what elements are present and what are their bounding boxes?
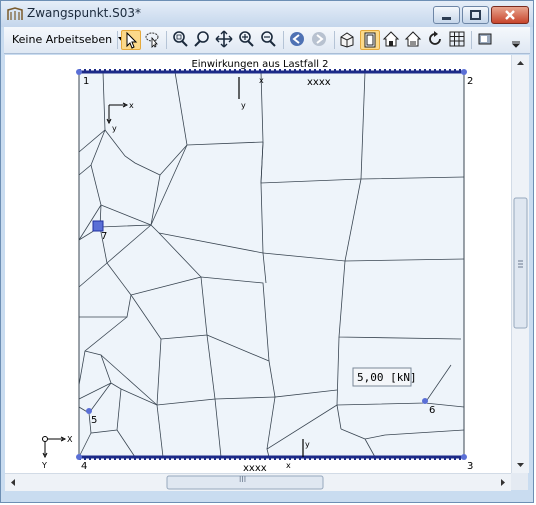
rotate-button[interactable] — [426, 30, 446, 50]
vertical-scroll-thumb[interactable] — [513, 197, 528, 329]
zoom-window-button[interactable] — [171, 30, 191, 50]
lasso-select-icon — [145, 32, 159, 48]
node-7-marker[interactable] — [92, 220, 104, 232]
zoom-magnify-button[interactable] — [193, 30, 213, 50]
edge-axis-label-x: x — [259, 76, 264, 85]
edge-label-top: xxxx — [307, 77, 331, 88]
app-icon — [7, 7, 23, 20]
view-forward-icon — [312, 32, 326, 46]
maximize-icon — [470, 10, 481, 20]
svg-text:x: x — [129, 101, 134, 110]
window-title: Zwangspunkt.S03* — [27, 6, 142, 20]
zoom-window-icon — [173, 31, 188, 47]
grid-button[interactable] — [448, 30, 468, 50]
support-top — [79, 69, 464, 74]
select-pointer-icon — [126, 31, 138, 49]
render-icon — [478, 33, 492, 45]
size-grip[interactable] — [511, 473, 528, 490]
node-5-marker[interactable] — [86, 408, 92, 414]
toolbar-separator — [334, 31, 335, 49]
edge-axis-label-x-bottom: x — [286, 461, 291, 470]
node-label-5: 5 — [91, 415, 97, 426]
select-pointer-button[interactable] — [121, 30, 141, 50]
front-view-button[interactable] — [360, 30, 380, 50]
toolbar: Keine Arbeitseben — [4, 27, 530, 54]
vertical-scrollbar[interactable] — [511, 55, 529, 473]
iso-view-icon — [340, 32, 354, 48]
pan-move-button[interactable] — [215, 30, 235, 50]
zoom-in-button[interactable] — [237, 30, 257, 50]
corner-node[interactable] — [76, 69, 82, 75]
rotate-icon — [429, 31, 441, 45]
zoom-in-icon — [239, 31, 254, 47]
horizontal-scroll-grip: III — [239, 475, 247, 484]
house-view-button[interactable] — [382, 30, 402, 50]
grid-icon — [449, 31, 465, 47]
scroll-right-icon[interactable] — [501, 479, 505, 486]
global-axis-y-label: Y — [41, 461, 47, 470]
node-label-7: 7 — [101, 231, 107, 242]
corner-label-4: 4 — [81, 461, 87, 472]
node-6-marker[interactable] — [422, 398, 428, 404]
drawing-canvas[interactable]: Einwirkungen aus Lastfall 2 1 2 3 4 y x … — [5, 55, 511, 473]
corner-label-1: 1 — [83, 76, 89, 87]
corner-label-2: 2 — [467, 76, 473, 87]
mesh-drawing: Einwirkungen aus Lastfall 2 1 2 3 4 y x … — [41, 59, 473, 473]
app-window: Zwangspunkt.S03* Keine Arbeitseben Einwi… — [0, 0, 534, 503]
toolbar-separator — [283, 31, 284, 49]
toolbar-separator — [471, 31, 472, 49]
zoom-out-icon — [261, 31, 276, 47]
plate-area — [78, 71, 465, 458]
iso-view-button[interactable] — [338, 30, 358, 50]
front-view-icon — [364, 32, 376, 48]
zoom-out-button[interactable] — [259, 30, 279, 50]
toolbar-separator — [117, 31, 118, 49]
render-button[interactable] — [476, 30, 496, 50]
chevron-down-icon — [511, 41, 521, 48]
edge-axis-label-y: y — [241, 101, 246, 110]
close-button[interactable] — [491, 6, 529, 24]
scroll-left-icon[interactable] — [11, 479, 15, 486]
close-icon — [505, 10, 515, 20]
house-view-icon — [382, 31, 400, 47]
toolbar-separator — [166, 31, 167, 49]
support-bottom — [79, 455, 464, 460]
view-back-icon — [290, 32, 304, 46]
global-axis-triad: X Y — [41, 435, 73, 470]
zoom-magnify-icon — [194, 31, 209, 47]
toolbar-overflow-button[interactable] — [510, 30, 522, 50]
corner-node[interactable] — [461, 69, 467, 75]
title-bar[interactable]: Zwangspunkt.S03* — [1, 1, 533, 27]
global-axis-x-label: X — [67, 435, 73, 444]
corner-node[interactable] — [461, 454, 467, 460]
corner-label-3: 3 — [467, 461, 473, 472]
view-forward-button[interactable] — [310, 30, 330, 50]
edge-axis-label-y-bottom: y — [305, 440, 310, 449]
scroll-up-icon[interactable] — [517, 61, 524, 65]
minimize-icon — [442, 17, 451, 20]
minimize-button[interactable] — [433, 6, 460, 24]
scroll-down-icon[interactable] — [517, 463, 524, 467]
workplane-label: Keine Arbeitseben — [12, 33, 113, 46]
pan-move-icon — [215, 30, 233, 48]
house-view-2-button[interactable] — [404, 30, 424, 50]
vertical-scrollbar-art — [513, 61, 528, 467]
corner-node[interactable] — [76, 454, 82, 460]
horizontal-scrollbar-art — [11, 475, 505, 490]
horizontal-scrollbar[interactable]: III — [5, 473, 511, 491]
svg-text:y: y — [112, 124, 117, 133]
view-back-button[interactable] — [288, 30, 308, 50]
node-label-6: 6 — [429, 405, 435, 416]
svg-text:5,00 [kN]: 5,00 [kN] — [357, 371, 417, 384]
load-value-box[interactable]: 5,00 [kN] — [352, 367, 417, 387]
lasso-select-button[interactable] — [143, 30, 163, 50]
maximize-button[interactable] — [462, 6, 489, 24]
workplane-dropdown[interactable]: Keine Arbeitseben — [8, 31, 130, 49]
house-view-2-icon — [404, 31, 422, 47]
edge-label-bottom: xxxx — [243, 463, 267, 473]
canvas-heading: Einwirkungen aus Lastfall 2 — [191, 59, 328, 70]
